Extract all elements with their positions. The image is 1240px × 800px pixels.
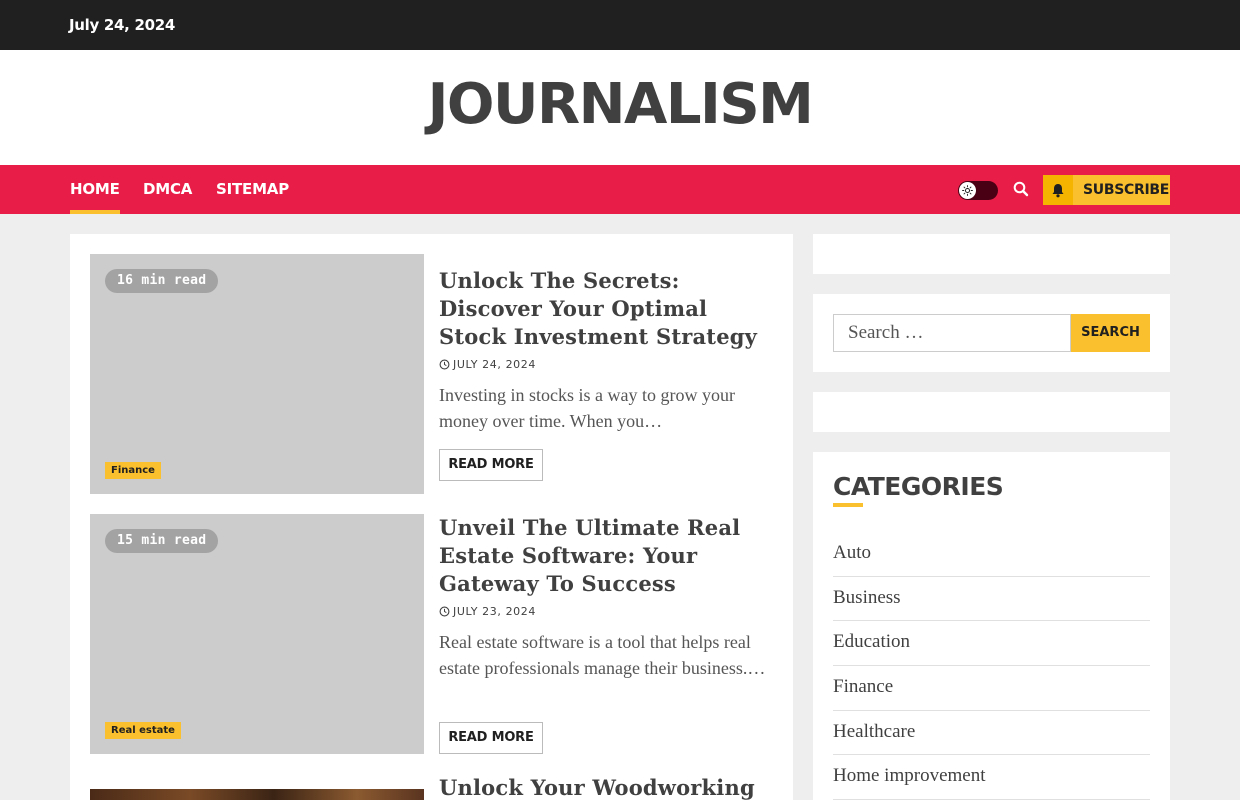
search-input[interactable]: Search … <box>833 314 1071 352</box>
post-title[interactable]: Unlock Your Woodworking <box>439 774 779 800</box>
dark-mode-toggle[interactable] <box>958 181 998 200</box>
post-thumbnail[interactable] <box>90 789 424 800</box>
sun-icon <box>959 182 976 199</box>
post-thumbnail[interactable]: 15 min read Real estate <box>90 514 424 754</box>
post-excerpt: Investing in stocks is a way to grow you… <box>439 385 735 431</box>
category-link-education[interactable]: Education <box>833 621 1150 667</box>
category-link-auto[interactable]: Auto <box>833 532 1150 577</box>
widget-title: CATEGORIES <box>833 472 1004 501</box>
nav-item-sitemap[interactable]: SITEMAP <box>216 165 289 214</box>
search-button[interactable]: SEARCH <box>1071 314 1150 352</box>
bell-icon <box>1043 175 1073 205</box>
read-more-button[interactable]: READ MORE <box>439 722 543 754</box>
read-time-badge: 16 min read <box>105 269 219 293</box>
subscribe-button[interactable]: SUBSCRIBE <box>1043 175 1170 205</box>
post-date: JULY 24, 2024 <box>439 358 536 371</box>
category-link-healthcare[interactable]: Healthcare <box>833 711 1150 756</box>
search-icon[interactable] <box>1012 180 1030 198</box>
nav-item-dmca[interactable]: DMCA <box>143 165 192 214</box>
title-underline <box>833 503 863 507</box>
categories-widget: CATEGORIES Auto Business Education Finan… <box>813 452 1170 800</box>
post-excerpt: Real estate software is a tool that help… <box>439 632 766 678</box>
category-tag[interactable]: Real estate <box>105 722 181 739</box>
post-date-text: JULY 23, 2024 <box>453 605 536 618</box>
read-time-badge: 15 min read <box>105 529 219 553</box>
subscribe-label: SUBSCRIBE <box>1083 182 1170 198</box>
clock-icon <box>439 359 450 370</box>
sidebar-widget-empty <box>813 234 1170 274</box>
clock-icon <box>439 606 450 617</box>
sidebar-widget-empty <box>813 392 1170 432</box>
current-date: July 24, 2024 <box>69 16 176 34</box>
category-list: Auto Business Education Finance Healthca… <box>833 532 1150 800</box>
masthead: JOURNALISM <box>0 50 1240 165</box>
search-widget: Search … SEARCH <box>813 294 1170 372</box>
site-title[interactable]: JOURNALISM <box>0 72 1240 137</box>
category-link-home-improvement[interactable]: Home improvement <box>833 755 1150 800</box>
category-link-finance[interactable]: Finance <box>833 666 1150 711</box>
top-bar: July 24, 2024 <box>0 0 1240 50</box>
post-date-text: JULY 24, 2024 <box>453 358 536 371</box>
post-date: JULY 23, 2024 <box>439 605 536 618</box>
post-title[interactable]: Unlock The Secrets: Discover Your Optima… <box>439 267 779 351</box>
category-tag[interactable]: Finance <box>105 462 161 479</box>
post-title[interactable]: Unveil The Ultimate Real Estate Software… <box>439 514 779 598</box>
post-thumbnail[interactable]: 16 min read Finance <box>90 254 424 494</box>
read-more-button[interactable]: READ MORE <box>439 449 543 481</box>
category-link-business[interactable]: Business <box>833 577 1150 622</box>
nav-item-home[interactable]: HOME <box>70 165 120 214</box>
